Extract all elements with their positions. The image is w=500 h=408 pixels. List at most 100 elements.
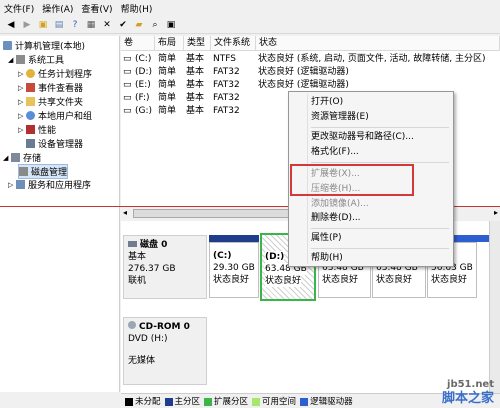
scroll-right-icon[interactable]: ▸	[494, 208, 498, 217]
disk-icon	[128, 241, 137, 247]
menu-file[interactable]: 文件(F)	[0, 2, 38, 15]
menu-item-format[interactable]: 格式化(F)...	[311, 145, 451, 159]
menu-item-change-letter[interactable]: 更改驱动器号和路径(C)...	[311, 130, 451, 144]
volume-name: (E:)	[135, 80, 151, 90]
menu-action[interactable]: 操作(A)	[38, 2, 77, 15]
expand-icon[interactable]: ▷	[8, 181, 16, 189]
expand-icon[interactable]: ▷	[18, 98, 26, 106]
cdrom-drive: DVD (H:)	[128, 334, 168, 344]
disk-size: 276.37 GB	[128, 264, 176, 274]
drive-icon: ▭	[123, 106, 131, 116]
tree-item-system-tools[interactable]: ◢ 系统工具	[8, 53, 64, 66]
volume-name: (C:)	[135, 54, 152, 64]
volume-layout: 简单	[158, 93, 177, 103]
users-icon	[26, 111, 35, 120]
collapse-icon[interactable]: ◢	[3, 154, 11, 162]
help-icon[interactable]: ?	[68, 18, 82, 32]
cdrom-media: 无媒体	[128, 356, 156, 366]
clock-icon	[26, 69, 35, 78]
legend-swatch	[125, 397, 133, 406]
legend-swatch	[300, 397, 309, 406]
cdrom-0-label[interactable]: CD-ROM 0 DVD (H:) 无媒体	[123, 317, 207, 385]
menu-item-explore[interactable]: 资源管理器(E)	[311, 110, 451, 124]
volume-layout: 简单	[158, 54, 177, 64]
open-icon[interactable]: ▰	[132, 18, 146, 32]
menu-item-help[interactable]: 帮助(H)	[311, 251, 451, 265]
forward-icon[interactable]: ▶	[20, 18, 34, 32]
legend-extended: 扩展分区	[204, 395, 248, 407]
vertical-scrollbar[interactable]	[489, 221, 500, 393]
column-header-layout[interactable]: 布局	[155, 36, 184, 51]
menu-separator	[311, 228, 449, 229]
check-icon[interactable]: ✔	[116, 18, 130, 32]
collapse-icon[interactable]: ◢	[8, 56, 16, 64]
toolbar: ◀ ▶ ▣ ▤ ? ▦ ✕ ✔ ▰ ⌕ ▣	[0, 16, 500, 34]
computer-icon	[3, 41, 12, 50]
scroll-left-icon[interactable]: ◂	[123, 208, 127, 217]
tree-item-device-manager[interactable]: 设备管理器	[26, 137, 83, 150]
partition-c[interactable]: (C:) 29.30 GB 状态良好	[209, 242, 259, 298]
legend-primary: 主分区	[164, 395, 200, 407]
folder-icon	[26, 97, 35, 106]
disk-icon	[19, 167, 28, 176]
tree-item-root[interactable]: 计算机管理(本地)	[3, 39, 85, 52]
volume-type: 基本	[186, 54, 205, 64]
column-header-status[interactable]: 状态	[256, 36, 500, 51]
menu-item-add-mirror[interactable]: 添加镜像(A)...	[311, 197, 451, 211]
expand-icon[interactable]: ▷	[18, 70, 26, 78]
column-header-filesystem[interactable]: 文件系统	[211, 36, 256, 51]
watermark-brand: 脚本之家	[441, 391, 494, 406]
tree-item-storage[interactable]: ◢ 存储	[3, 151, 41, 164]
expand-icon[interactable]: ▷	[18, 126, 26, 134]
volume-layout: 简单	[158, 106, 177, 116]
cdrom-name: CD-ROM 0	[139, 322, 190, 332]
partition-bar-primary	[209, 235, 259, 242]
tree-item-services[interactable]: ▷ 服务和应用程序	[8, 178, 91, 191]
disk-status: 联机	[128, 276, 147, 286]
close-icon[interactable]: ✕	[100, 18, 114, 32]
legend-logical: 逻辑驱动器	[300, 395, 353, 407]
menu-view[interactable]: 查看(V)	[77, 2, 116, 15]
event-icon	[26, 83, 35, 92]
volume-layout: 简单	[158, 80, 177, 90]
show-tree-icon[interactable]: ▤	[52, 18, 66, 32]
column-header-type[interactable]: 类型	[184, 36, 211, 51]
tree-item-disk-management[interactable]: 磁盘管理	[18, 164, 69, 179]
watermark: jb51.net 脚本之家	[442, 378, 494, 406]
tree-item-task-scheduler[interactable]: ▷ 任务计划程序	[18, 67, 92, 80]
up-folder-icon[interactable]: ▣	[36, 18, 50, 32]
column-header-volume[interactable]: 卷	[121, 36, 155, 51]
menu-item-delete[interactable]: 删除卷(D)...	[311, 211, 451, 225]
tools-icon	[16, 55, 25, 64]
menu-help[interactable]: 帮助(H)	[117, 2, 157, 15]
cdrom-icon	[128, 321, 136, 329]
expand-icon[interactable]: ▷	[18, 84, 26, 92]
tree-item-shared-folders[interactable]: ▷ 共享文件夹	[18, 95, 83, 108]
search-icon[interactable]: ⌕	[148, 18, 162, 32]
tree-item-performance[interactable]: ▷ 性能	[18, 123, 56, 136]
back-icon[interactable]: ◀	[4, 18, 18, 32]
volume-layout: 简单	[158, 67, 177, 77]
properties-icon[interactable]: ▦	[84, 18, 98, 32]
services-icon	[16, 180, 25, 189]
volume-type: 基本	[186, 106, 205, 116]
menu-item-open[interactable]: 打开(O)	[311, 95, 451, 109]
drive-icon: ▭	[123, 67, 131, 77]
disk-name: 磁盘 0	[140, 240, 168, 250]
zoom-icon[interactable]: ▣	[164, 18, 178, 32]
menu-separator	[311, 248, 449, 249]
volume-filesystem: FAT32	[213, 80, 240, 90]
volume-type: 基本	[186, 93, 205, 103]
menu-item-properties[interactable]: 属性(P)	[311, 231, 451, 245]
tree-item-local-users[interactable]: ▷ 本地用户和组	[18, 109, 92, 122]
drive-icon: ▭	[123, 93, 131, 103]
menu-bar: 文件(F) 操作(A) 查看(V) 帮助(H)	[0, 0, 500, 16]
legend-swatch	[252, 397, 261, 406]
disk-0-label[interactable]: 磁盘 0 基本 276.37 GB 联机	[123, 235, 207, 299]
menu-separator	[311, 127, 449, 128]
tree-item-event-viewer[interactable]: ▷ 事件查看器	[18, 81, 83, 94]
disk-type: 基本	[128, 252, 147, 262]
navigation-tree: 计算机管理(本地) ◢ 系统工具 ▷ 任务计划程序 ▷ 事件查看器 ▷ 共享文件…	[0, 36, 120, 392]
volume-name: (D:)	[135, 67, 152, 77]
expand-icon[interactable]: ▷	[18, 112, 26, 120]
